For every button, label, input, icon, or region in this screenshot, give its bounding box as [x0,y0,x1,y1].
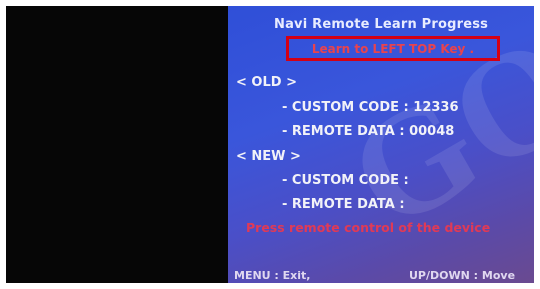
new-section-header: < NEW > [236,149,301,164]
navi-screen: GO Navi Remote Learn Progress Learn to L… [228,6,534,283]
learn-key-prompt: Learn to LEFT TOP Key . [311,41,475,56]
old-remote-data: - REMOTE DATA : 00048 [282,124,455,139]
black-panel [6,6,228,283]
old-custom-code: - CUSTOM CODE : 12336 [282,100,459,115]
footer-exit-hint: MENU : Exit, [234,269,311,282]
old-section-header: < OLD > [236,75,297,90]
page-title: Navi Remote Learn Progress [274,17,489,32]
footer-move-hint: UP/DOWN : Move [409,269,516,282]
new-custom-code: - CUSTOM CODE : [282,173,409,188]
photo-frame: GO Navi Remote Learn Progress Learn to L… [0,0,540,289]
learn-key-highlight: Learn to LEFT TOP Key . [286,36,500,61]
instruction-text: Press remote control of the device [246,220,491,235]
new-remote-data: - REMOTE DATA : [282,197,405,212]
